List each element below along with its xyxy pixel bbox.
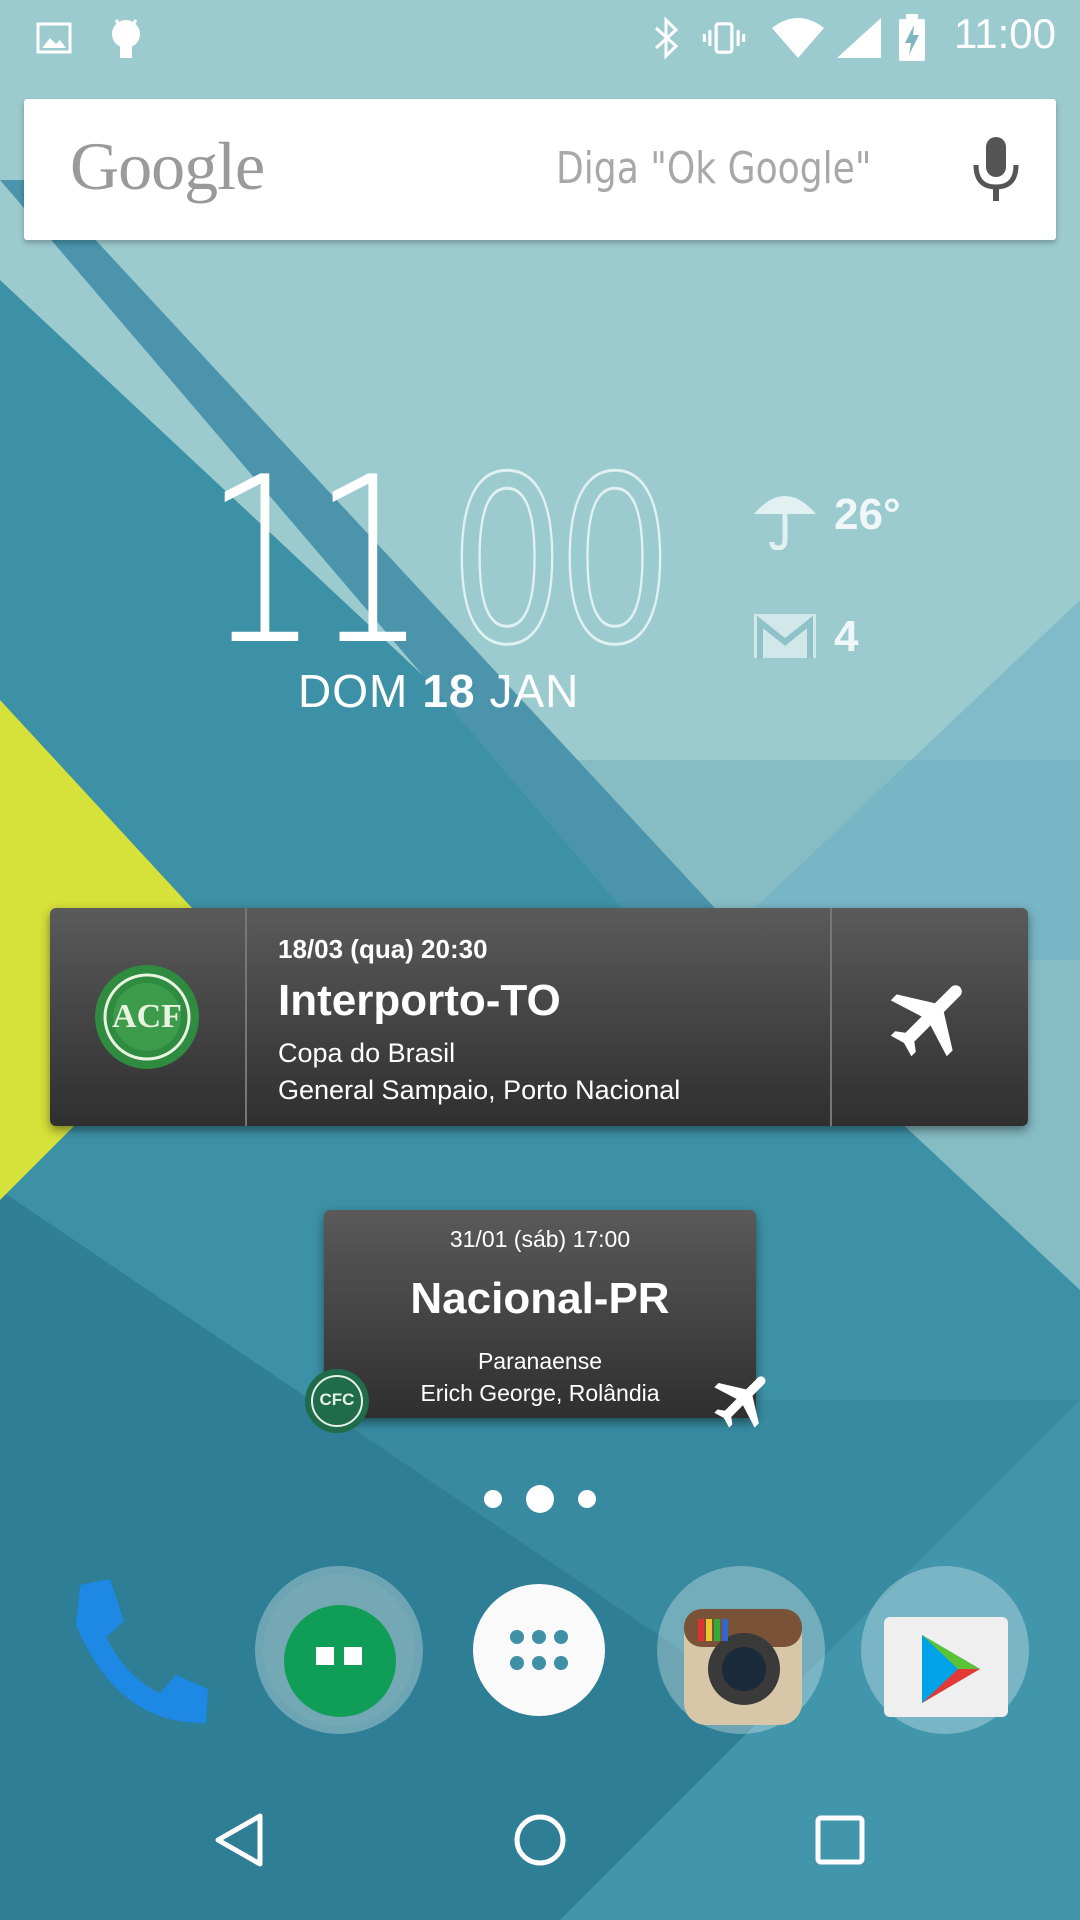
clock-hours[interactable]: 11	[205, 448, 427, 678]
signal-icon	[834, 14, 884, 62]
airplane-icon[interactable]	[708, 1364, 780, 1436]
play-store-icon	[861, 1566, 1029, 1734]
play-store-app[interactable]	[860, 1565, 1030, 1735]
back-button[interactable]	[200, 1800, 280, 1880]
weather-temperature[interactable]: 26°	[834, 490, 901, 540]
match-datetime: 31/01 (sáb) 17:00	[449, 1226, 631, 1252]
match-datetime: 18/03 (qua) 20:30	[278, 934, 488, 964]
match-competition: Paranaense	[477, 1348, 603, 1374]
wifi-icon	[770, 14, 826, 62]
back-icon	[215, 1813, 263, 1867]
divider	[830, 908, 832, 1126]
bluetooth-icon	[644, 14, 688, 62]
team-crest-icon: CFC	[304, 1368, 370, 1434]
date-line[interactable]: DOM 18 JAN	[298, 664, 579, 718]
hangouts-app[interactable]	[254, 1565, 424, 1735]
battery-charging-icon	[894, 14, 930, 62]
image-icon	[32, 14, 76, 62]
recents-icon	[815, 1815, 865, 1865]
hangouts-icon	[255, 1566, 423, 1734]
instagram-icon	[657, 1566, 825, 1734]
team-crest-icon: ACF	[94, 964, 200, 1070]
divider	[245, 908, 247, 1126]
phone-app[interactable]	[48, 1565, 218, 1735]
date-day: DOM	[298, 665, 409, 717]
page-dot[interactable]	[484, 1490, 502, 1508]
page-dot[interactable]	[578, 1490, 596, 1508]
recents-button[interactable]	[800, 1800, 880, 1880]
crest-text: CFC	[319, 1390, 355, 1409]
mic-icon[interactable]	[970, 135, 1022, 205]
android-icon	[104, 14, 148, 62]
phone-icon	[76, 1579, 208, 1724]
match-opponent: Interporto-TO	[278, 976, 561, 1025]
google-search-bar[interactable]: Google Diga "Ok Google"	[24, 99, 1056, 240]
match-widget-large[interactable]: ACF 18/03 (qua) 20:30 Interporto-TO Copa…	[50, 908, 1028, 1126]
search-hint: Diga "Ok Google"	[556, 143, 872, 194]
google-logo: Google	[70, 128, 265, 204]
unread-mail-count[interactable]: 4	[834, 612, 858, 662]
match-venue: General Sampaio, Porto Nacional	[278, 1075, 681, 1105]
match-widget-small[interactable]: 31/01 (sáb) 17:00 Nacional-PR Paranaense…	[324, 1210, 756, 1418]
gmail-icon	[752, 612, 818, 660]
umbrella-icon	[752, 484, 818, 551]
match-opponent: Nacional-PR	[410, 1274, 670, 1323]
crest-text: ACF	[112, 998, 182, 1035]
home-button[interactable]	[500, 1800, 580, 1880]
date-month: JAN	[489, 665, 580, 717]
instagram-app[interactable]	[656, 1565, 826, 1735]
app-drawer-button[interactable]	[454, 1565, 624, 1735]
date-number: 18	[422, 665, 476, 717]
home-icon	[514, 1814, 566, 1866]
page-dot-current[interactable]	[526, 1485, 554, 1513]
status-time: 11:00	[954, 10, 1056, 57]
app-drawer-icon	[473, 1584, 605, 1716]
match-competition: Copa do Brasil	[278, 1038, 456, 1068]
clock-minutes[interactable]: 00	[449, 446, 673, 679]
airplane-icon[interactable]	[882, 968, 982, 1068]
status-bar: 11:00	[0, 0, 1080, 78]
vibrate-icon	[702, 14, 746, 62]
match-venue: Erich George, Rolândia	[420, 1380, 660, 1406]
